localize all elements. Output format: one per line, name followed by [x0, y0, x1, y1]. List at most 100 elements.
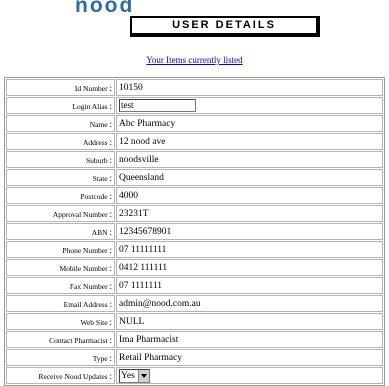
table-row: Email Address : admin@nood.com.au	[6, 295, 383, 312]
field-value-cell: 0412 111111	[116, 259, 383, 276]
label-separator: :	[109, 208, 112, 219]
field-label-cell: Contact Pharmacist :	[6, 331, 115, 348]
field-label-cell: Approval Number :	[6, 205, 115, 222]
label-separator: :	[109, 136, 112, 147]
table-row: Approval Number :23231T	[6, 205, 383, 222]
field-value: 0412 111111	[119, 262, 168, 273]
field-label-cell: Phone Number :	[6, 241, 115, 258]
select-value: Yes	[121, 370, 135, 381]
logo: nood	[75, 0, 135, 17]
field-value-cell: NULL	[116, 313, 383, 330]
field-label-cell: Address :	[6, 133, 115, 150]
field-value: 12345678901	[119, 226, 172, 237]
label-separator: :	[109, 244, 112, 255]
field-label: Mobile Number	[59, 263, 108, 273]
label-separator: :	[109, 352, 112, 363]
field-value: 10150	[119, 82, 143, 93]
table-row: Fax Number :07 1111111	[6, 277, 383, 294]
field-label: Fax Number	[69, 281, 108, 291]
field-value: 12 nood ave	[119, 136, 166, 147]
field-label: State	[92, 173, 108, 183]
field-label: Name	[89, 119, 108, 129]
label-separator: :	[109, 226, 112, 237]
field-value-cell: test	[116, 97, 383, 114]
field-value: 4000	[119, 190, 138, 201]
field-label-cell: Login Alias :	[6, 97, 115, 114]
table-row: Phone Number :07 11111111	[6, 241, 383, 258]
label-separator: :	[109, 172, 112, 183]
field-label-cell: Type :	[6, 349, 115, 366]
field-label-cell: Receive Nood Updates :	[6, 367, 115, 384]
items-listed-link[interactable]: Your Items currently listed	[0, 55, 389, 65]
table-row: Login Alias : test	[6, 97, 383, 114]
field-label-cell: Fax Number :	[6, 277, 115, 294]
receive-updates-select[interactable]: Yes	[119, 368, 150, 383]
field-value-cell: 07 1111111	[116, 277, 383, 294]
label-separator: :	[109, 100, 112, 111]
page-title: USER DETAILS	[130, 16, 320, 37]
dropdown-arrow-icon	[140, 373, 147, 378]
field-label: ABN	[91, 227, 108, 237]
field-value-cell: 12345678901	[116, 223, 383, 240]
table-row: Type : Retail Pharmacy	[6, 349, 383, 366]
field-label: Login Alias	[72, 101, 108, 111]
table-row: Address :12 nood ave	[6, 133, 383, 150]
field-value-cell: Ima Pharmacist	[116, 331, 383, 348]
field-label: Phone Number	[62, 245, 108, 255]
field-label-cell: State :	[6, 169, 115, 186]
field-value-cell: noodsville	[116, 151, 383, 168]
field-label: Type	[92, 353, 108, 363]
field-label: Contact Pharmacist	[49, 335, 108, 345]
field-label: Address	[83, 137, 108, 147]
field-value-cell: 23231T	[116, 205, 383, 222]
field-label: Postcode	[80, 191, 108, 201]
label-separator: :	[109, 190, 112, 201]
table-row: Id Number :10150	[6, 79, 383, 96]
field-value: Retail Pharmacy	[119, 352, 183, 363]
label-separator: :	[109, 82, 112, 93]
table-row: Contact Pharmacist : Ima Pharmacist	[6, 331, 383, 348]
field-label-cell: Email Address :	[6, 295, 115, 312]
label-separator: :	[109, 316, 112, 327]
field-label-cell: Name :	[6, 115, 115, 132]
table-row: Receive Nood Updates : Yes	[6, 367, 383, 384]
field-value: Ima Pharmacist	[119, 334, 179, 345]
table-row: Mobile Number :0412 111111	[6, 259, 383, 276]
field-label: Id Number	[74, 83, 108, 93]
field-value: Abc Pharmacy	[119, 118, 176, 129]
field-label: Receive Nood Updates	[38, 371, 108, 381]
label-separator: :	[109, 118, 112, 129]
field-value-cell: 07 11111111	[116, 241, 383, 258]
field-label: Approval Number	[52, 209, 108, 219]
field-value: noodsville	[119, 154, 159, 165]
table-row: ABN :12345678901	[6, 223, 383, 240]
table-row: State : Queensland	[6, 169, 383, 186]
label-separator: :	[109, 370, 112, 381]
field-value-cell: Retail Pharmacy	[116, 349, 383, 366]
login-alias-input[interactable]: test	[119, 99, 196, 112]
table-row: Suburb : noodsville	[6, 151, 383, 168]
field-value-cell: 4000	[116, 187, 383, 204]
field-value: 07 1111111	[119, 280, 163, 291]
label-separator: :	[109, 298, 112, 309]
field-value-cell: Abc Pharmacy	[116, 115, 383, 132]
field-label: Suburb	[85, 155, 108, 165]
field-value-cell: Queensland	[116, 169, 383, 186]
user-details-table: Id Number :10150 Login Alias : test Name :A…	[4, 77, 385, 386]
field-value-cell: 10150	[116, 79, 383, 96]
field-value-cell: admin@nood.com.au	[116, 295, 383, 312]
field-value: NULL	[119, 316, 145, 327]
field-value: 23231T	[119, 208, 149, 219]
label-separator: :	[109, 334, 112, 345]
chevron-down-icon[interactable]	[137, 369, 149, 382]
table-row: Name : Abc Pharmacy	[6, 115, 383, 132]
field-label-cell: Mobile Number :	[6, 259, 115, 276]
field-label: Web Site	[80, 317, 108, 327]
label-separator: :	[109, 154, 112, 165]
field-value: admin@nood.com.au	[119, 298, 201, 309]
field-value-cell: 12 nood ave	[116, 133, 383, 150]
field-value: Queensland	[119, 172, 164, 183]
table-row: Web Site : NULL	[6, 313, 383, 330]
label-separator: :	[109, 280, 112, 291]
label-separator: :	[109, 262, 112, 273]
